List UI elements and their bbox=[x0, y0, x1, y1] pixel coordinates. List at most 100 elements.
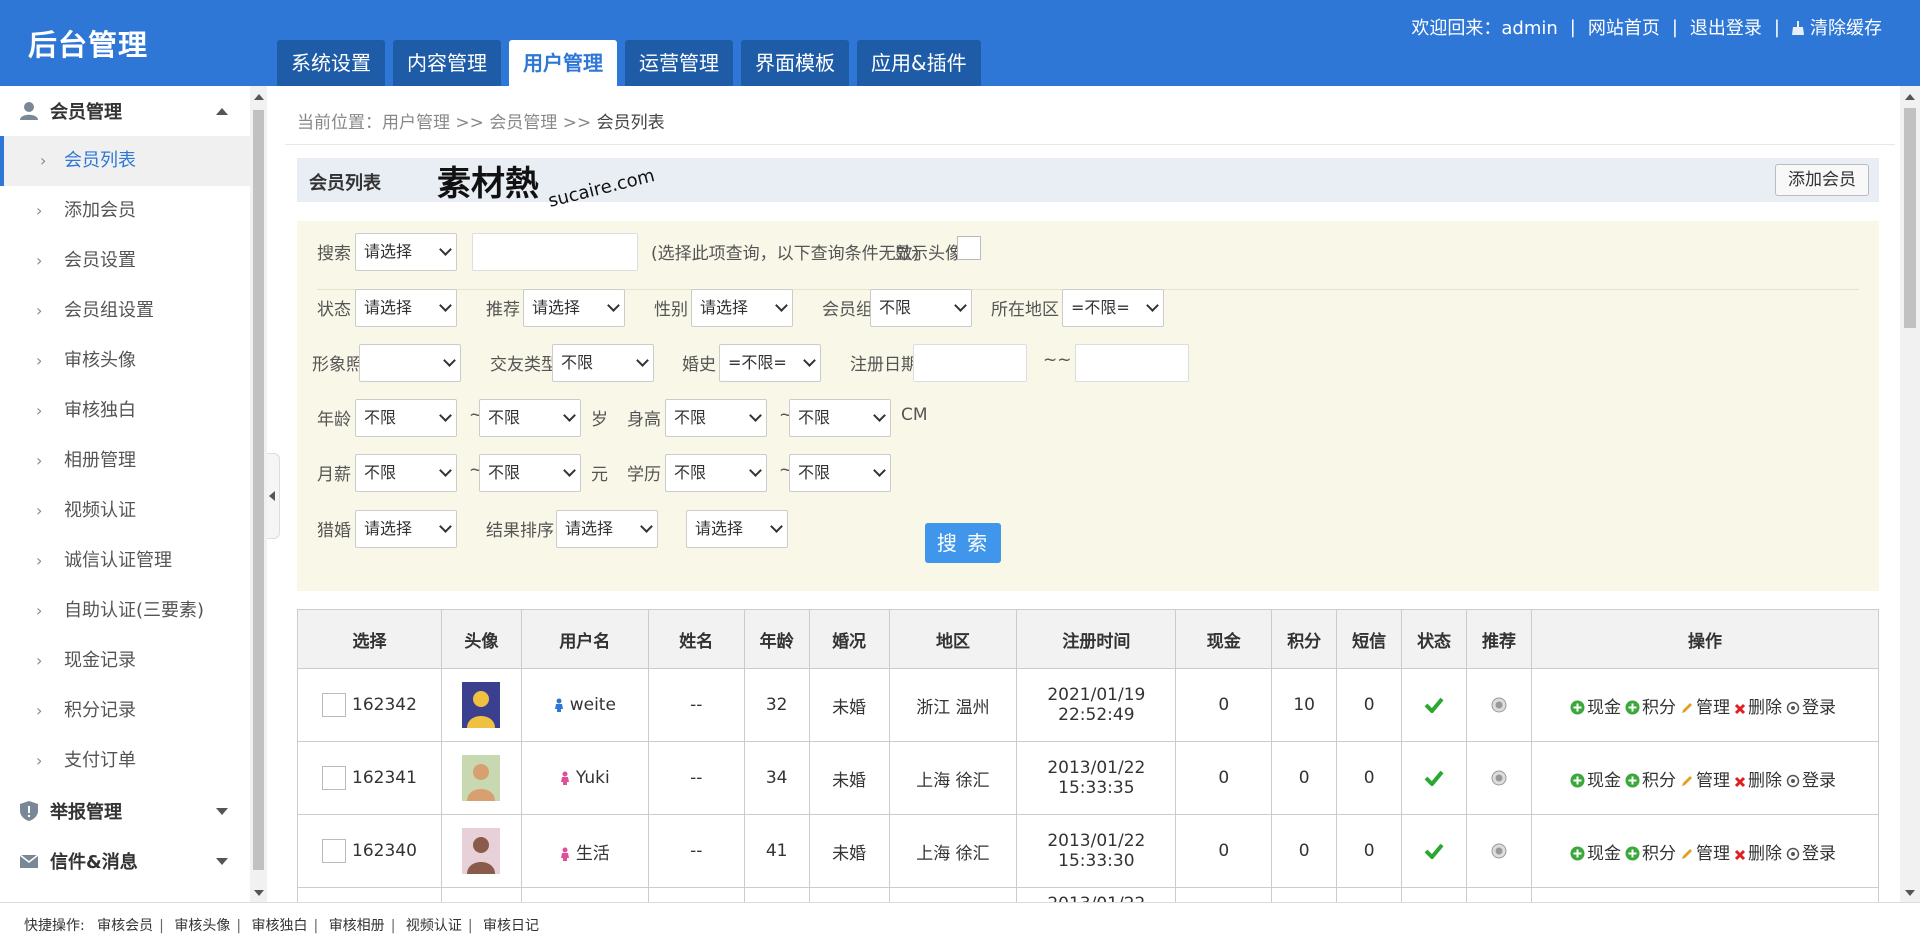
quick-review-diary[interactable]: 审核日记 bbox=[483, 918, 539, 934]
sidebar-item-review-monologue[interactable]: › 审核独白 bbox=[0, 386, 250, 436]
sidebar-item-add-member[interactable]: › 添加会员 bbox=[0, 186, 250, 236]
delete-action[interactable]: 删除 bbox=[1734, 771, 1782, 791]
radio-off-icon[interactable] bbox=[1491, 843, 1507, 859]
age-from-select[interactable]: 不限 bbox=[355, 399, 457, 437]
education-to-select[interactable]: 不限 bbox=[789, 454, 891, 492]
tab-system-settings[interactable]: 系统设置 bbox=[277, 40, 385, 86]
scroll-up-arrow-icon[interactable] bbox=[254, 94, 264, 100]
member-group-select[interactable]: 不限 bbox=[870, 289, 972, 327]
points-action[interactable]: 积分 bbox=[1625, 771, 1676, 791]
sidebar-item-payment-orders[interactable]: › 支付订单 bbox=[0, 736, 250, 786]
scroll-down-arrow-icon[interactable] bbox=[1905, 890, 1915, 896]
quick-review-avatars[interactable]: 审核头像 bbox=[174, 918, 230, 934]
points-action[interactable]: 积分 bbox=[1625, 844, 1676, 864]
register-date-from-input[interactable] bbox=[913, 344, 1027, 382]
avatar[interactable] bbox=[462, 828, 501, 874]
age-to-select[interactable]: 不限 bbox=[479, 399, 581, 437]
avatar[interactable] bbox=[462, 682, 501, 728]
breadcrumb-member-management[interactable]: 会员管理 bbox=[489, 113, 557, 133]
sidebar-group-messages[interactable]: 信件&消息 bbox=[0, 836, 250, 886]
sidebar-item-video-verify[interactable]: › 视频认证 bbox=[0, 486, 250, 536]
scroll-down-arrow-icon[interactable] bbox=[254, 890, 264, 896]
region-select[interactable]: =不限= bbox=[1062, 289, 1164, 327]
sidebar-scrollbar[interactable] bbox=[250, 86, 267, 902]
search-field-select[interactable]: 请选择 bbox=[355, 233, 457, 271]
search-button[interactable]: 搜 索 bbox=[925, 523, 1001, 563]
checkmark-icon[interactable] bbox=[1424, 843, 1444, 859]
status-select[interactable]: 请选择 bbox=[355, 289, 457, 327]
sort-order-select[interactable]: 请选择 bbox=[686, 510, 788, 548]
gender-select[interactable]: 请选择 bbox=[691, 289, 793, 327]
manage-action[interactable]: 管理 bbox=[1680, 771, 1730, 791]
education-from-select[interactable]: 不限 bbox=[665, 454, 767, 492]
recommend-select[interactable]: 请选择 bbox=[523, 289, 625, 327]
avatar[interactable] bbox=[462, 755, 501, 801]
radio-off-icon[interactable] bbox=[1491, 697, 1507, 713]
row-checkbox[interactable] bbox=[322, 839, 346, 863]
points-action[interactable]: 积分 bbox=[1625, 698, 1676, 718]
row-checkbox[interactable] bbox=[322, 693, 346, 717]
username[interactable]: weite bbox=[570, 695, 616, 715]
row-checkbox[interactable] bbox=[322, 766, 346, 790]
sidebar-group-members[interactable]: 会员管理 bbox=[0, 86, 250, 136]
login-action[interactable]: 登录 bbox=[1786, 844, 1836, 864]
login-action[interactable]: 登录 bbox=[1786, 771, 1836, 791]
sidebar-item-group-settings[interactable]: › 会员组设置 bbox=[0, 286, 250, 336]
login-action[interactable]: 登录 bbox=[1786, 698, 1836, 718]
username[interactable]: Yuki bbox=[576, 768, 610, 788]
site-home-link[interactable]: 网站首页 bbox=[1588, 14, 1660, 40]
tab-apps-plugins[interactable]: 应用&插件 bbox=[857, 40, 981, 86]
radio-off-icon[interactable] bbox=[1491, 770, 1507, 786]
sort-field-select[interactable]: 请选择 bbox=[556, 510, 658, 548]
delete-action[interactable]: 删除 bbox=[1734, 698, 1782, 718]
photo-select[interactable] bbox=[359, 344, 461, 382]
show-avatar-checkbox[interactable] bbox=[957, 236, 981, 260]
clear-cache-link[interactable]: 清除缓存 bbox=[1810, 14, 1882, 40]
add-member-button[interactable]: 添加会员 bbox=[1775, 164, 1869, 196]
hunt-select[interactable]: 请选择 bbox=[355, 510, 457, 548]
height-to-select[interactable]: 不限 bbox=[789, 399, 891, 437]
cash-action[interactable]: 现金 bbox=[1570, 844, 1621, 864]
sidebar-item-album[interactable]: › 相册管理 bbox=[0, 436, 250, 486]
status-cell bbox=[1401, 814, 1468, 888]
search-keyword-input[interactable] bbox=[472, 233, 638, 271]
salary-to-select[interactable]: 不限 bbox=[479, 454, 581, 492]
cash-action[interactable]: 现金 bbox=[1570, 771, 1621, 791]
main-scrollbar[interactable] bbox=[1900, 86, 1920, 902]
cash-action[interactable]: 现金 bbox=[1570, 698, 1621, 718]
height-from-select[interactable]: 不限 bbox=[665, 399, 767, 437]
quick-video-verify[interactable]: 视频认证 bbox=[406, 918, 462, 934]
breadcrumb-user-management[interactable]: 用户管理 bbox=[382, 113, 450, 133]
logout-link[interactable]: 退出登录 bbox=[1690, 14, 1762, 40]
sidebar-item-integrity[interactable]: › 诚信认证管理 bbox=[0, 536, 250, 586]
sidebar-item-member-settings[interactable]: › 会员设置 bbox=[0, 236, 250, 286]
tab-operations[interactable]: 运营管理 bbox=[625, 40, 733, 86]
register-date-to-input[interactable] bbox=[1075, 344, 1189, 382]
checkmark-icon[interactable] bbox=[1424, 770, 1444, 786]
tab-user-management[interactable]: 用户管理 bbox=[509, 40, 617, 86]
manage-action[interactable]: 管理 bbox=[1680, 844, 1730, 864]
table-cell bbox=[1466, 887, 1532, 902]
dating-type-select[interactable]: 不限 bbox=[552, 344, 654, 382]
username[interactable]: 生活 bbox=[576, 844, 610, 864]
marital-history-select[interactable]: =不限= bbox=[719, 344, 821, 382]
sidebar-item-points-records[interactable]: › 积分记录 bbox=[0, 686, 250, 736]
salary-from-select[interactable]: 不限 bbox=[355, 454, 457, 492]
scroll-up-arrow-icon[interactable] bbox=[1905, 94, 1915, 100]
quick-review-monologue[interactable]: 审核独白 bbox=[252, 918, 308, 934]
checkmark-icon[interactable] bbox=[1424, 697, 1444, 713]
sidebar-item-cash-records[interactable]: › 现金记录 bbox=[0, 636, 250, 686]
quick-review-albums[interactable]: 审核相册 bbox=[329, 918, 385, 934]
tab-ui-templates[interactable]: 界面模板 bbox=[741, 40, 849, 86]
sidebar-item-self-verify[interactable]: › 自助认证(三要素) bbox=[0, 586, 250, 636]
scroll-thumb[interactable] bbox=[253, 110, 264, 870]
sidebar-collapse-handle[interactable] bbox=[267, 453, 280, 539]
quick-review-members[interactable]: 审核会员 bbox=[97, 918, 153, 934]
sidebar-group-reports[interactable]: 举报管理 bbox=[0, 786, 250, 836]
sidebar-item-member-list[interactable]: › 会员列表 bbox=[0, 136, 250, 186]
manage-action[interactable]: 管理 bbox=[1680, 698, 1730, 718]
scroll-thumb[interactable] bbox=[1904, 108, 1916, 328]
delete-action[interactable]: 删除 bbox=[1734, 844, 1782, 864]
sidebar-item-review-avatar[interactable]: › 审核头像 bbox=[0, 336, 250, 386]
tab-content-management[interactable]: 内容管理 bbox=[393, 40, 501, 86]
